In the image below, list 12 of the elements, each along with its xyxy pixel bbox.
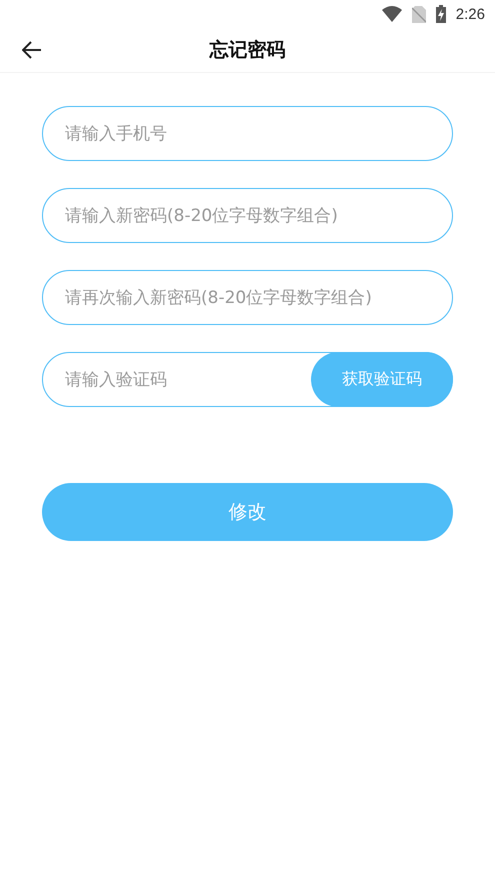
input-field[interactable]: 请输入手机号 — [42, 106, 453, 161]
status-time: 2:26 — [456, 6, 485, 22]
back-icon[interactable] — [22, 41, 42, 59]
input-field[interactable]: 请再次输入新密码(8-20位字母数字组合) — [42, 270, 453, 325]
get-code-button[interactable]: 获取验证码 — [311, 352, 453, 407]
input-field[interactable]: 请输入新密码(8-20位字母数字组合) — [42, 188, 453, 243]
code-field[interactable]: 请输入验证码 获取验证码 — [42, 352, 453, 407]
submit-button[interactable]: 修改 — [42, 483, 453, 541]
battery-icon — [436, 5, 446, 23]
page-title: 忘记密码 — [210, 38, 286, 63]
wifi-icon — [382, 6, 402, 22]
no-sim-icon — [412, 6, 426, 22]
